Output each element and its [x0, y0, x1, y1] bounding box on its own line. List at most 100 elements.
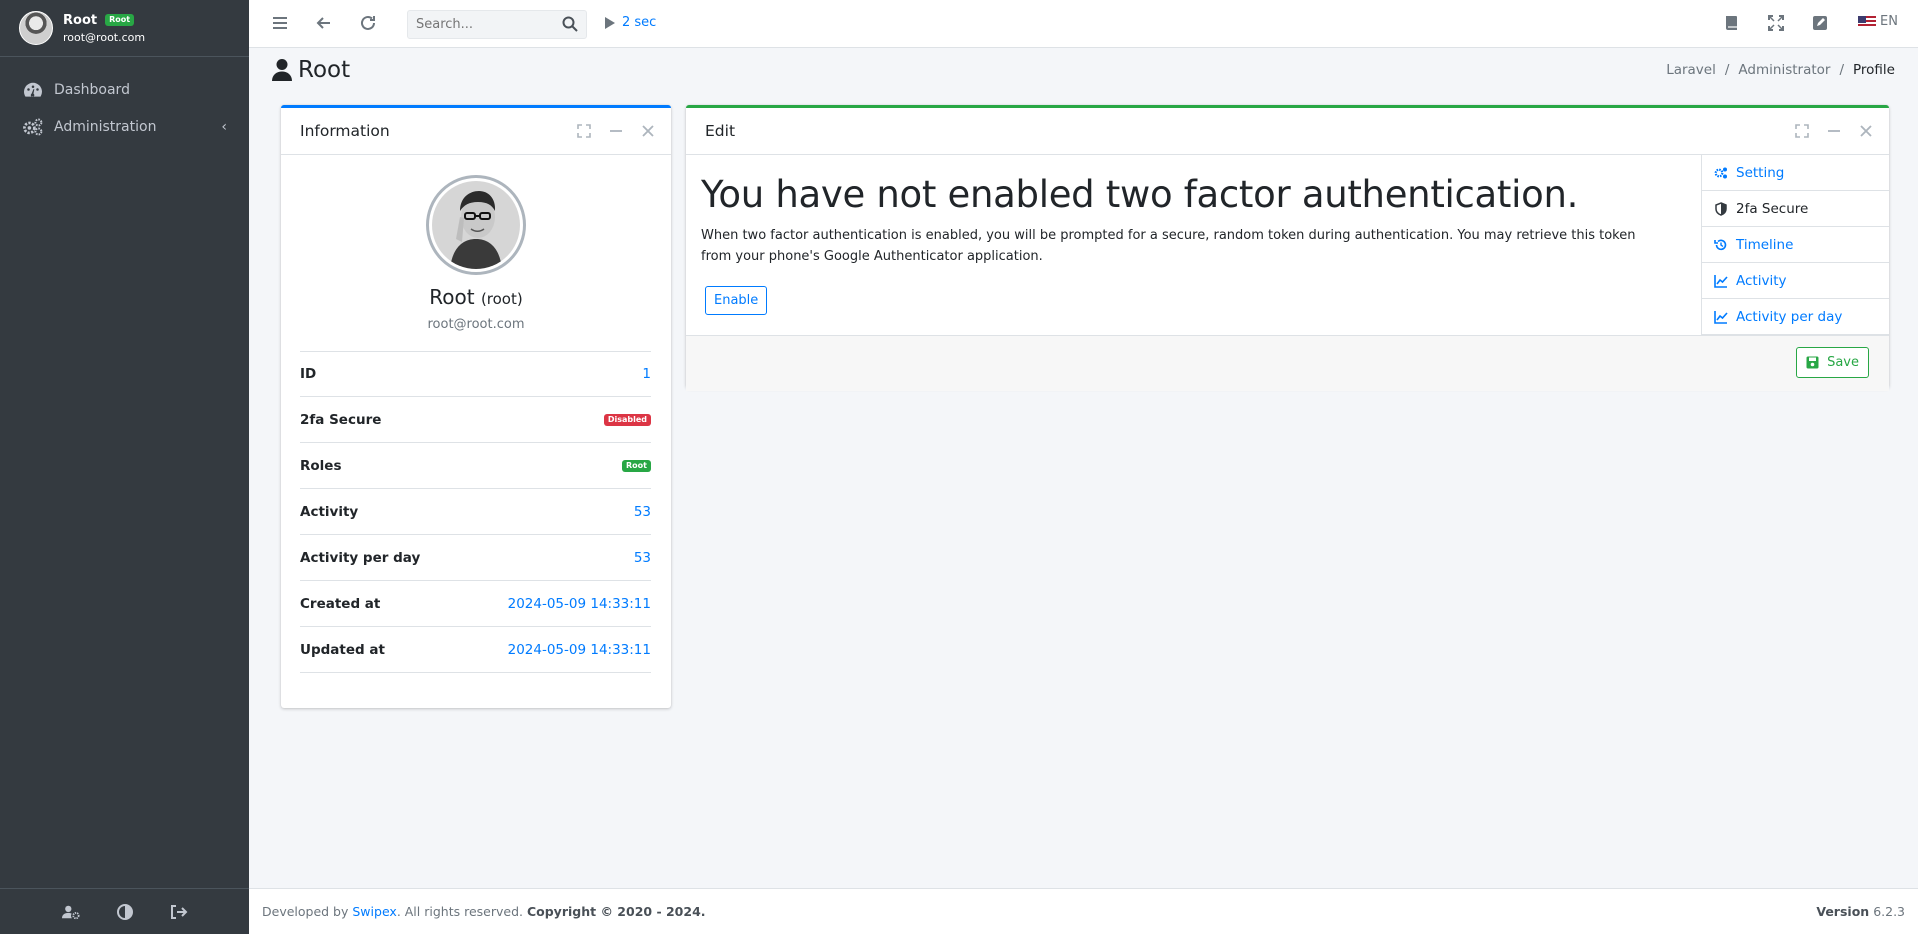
- row-label: Activity per day: [300, 549, 421, 566]
- tab-label: Activity per day: [1736, 308, 1843, 325]
- close-icon[interactable]: [1859, 124, 1873, 138]
- sidebar-item-label: Administration: [54, 118, 157, 135]
- role-badge: Root: [622, 459, 651, 472]
- user-email: root@root.com: [63, 30, 146, 44]
- list-item: Created at 2024-05-09 14:33:11: [300, 581, 651, 627]
- edit-card: Edit You have not enabled two factor aut…: [686, 105, 1889, 391]
- book-icon[interactable]: [1723, 14, 1741, 32]
- card-title: Edit: [705, 122, 736, 140]
- user-panel[interactable]: Root Root root@root.com: [0, 0, 249, 57]
- row-value[interactable]: 2024-05-09 14:33:11: [508, 596, 651, 612]
- row-value[interactable]: 1: [642, 366, 651, 382]
- dashboard-icon: [24, 82, 42, 97]
- profile-avatar: [426, 175, 526, 275]
- tab-setting[interactable]: Setting: [1701, 155, 1889, 191]
- row-label: Roles: [300, 457, 342, 474]
- minimize-icon[interactable]: [609, 124, 623, 138]
- breadcrumb-laravel[interactable]: Laravel: [1666, 62, 1716, 78]
- card-header: Information: [281, 108, 671, 155]
- row-label: 2fa Secure: [300, 411, 382, 428]
- tab-timeline[interactable]: Timeline: [1701, 227, 1889, 263]
- card-tools: [1795, 124, 1873, 138]
- gears-icon: [1714, 167, 1727, 178]
- us-flag-icon: [1858, 15, 1877, 28]
- sidebar-nav: Dashboard Administration ‹: [0, 57, 249, 145]
- chart-line-icon: [1714, 310, 1728, 324]
- role-badge: Root: [105, 14, 135, 26]
- breadcrumb-profile: Profile: [1853, 62, 1895, 78]
- close-icon[interactable]: [641, 124, 655, 138]
- edit-square-icon[interactable]: [1811, 14, 1829, 32]
- information-card: Information Root (root) root@root.com ID…: [281, 105, 671, 708]
- search-box: [407, 10, 587, 39]
- breadcrumb: Laravel / Administrator / Profile: [1666, 62, 1895, 78]
- breadcrumb-administrator[interactable]: Administrator: [1738, 62, 1830, 78]
- profile-name: Root (root): [429, 285, 523, 309]
- profile-details-list: ID 1 2fa Secure Disabled Roles Root Acti…: [300, 351, 651, 673]
- row-label: ID: [300, 366, 317, 382]
- chevron-left-icon: ‹: [221, 118, 227, 135]
- menu-icon[interactable]: [271, 14, 289, 32]
- list-item: 2fa Secure Disabled: [300, 397, 651, 443]
- timer-label: 2 sec: [622, 15, 657, 30]
- card-title: Information: [300, 122, 390, 140]
- maximize-icon[interactable]: [1795, 124, 1809, 138]
- footer-credits: Developed by Swipex. All rights reserved…: [262, 904, 706, 919]
- gears-icon: [23, 118, 43, 135]
- two-factor-description: When two factor authentication is enable…: [701, 228, 1636, 264]
- back-icon[interactable]: [315, 14, 333, 32]
- footer-copyright: Copyright © 2020 - 2024.: [526, 904, 706, 919]
- fullscreen-icon[interactable]: [1767, 14, 1785, 32]
- list-item: Activity per day 53: [300, 535, 651, 581]
- tab-2fa-secure[interactable]: 2fa Secure: [1701, 191, 1889, 227]
- list-item: Updated at 2024-05-09 14:33:11: [300, 627, 651, 673]
- play-icon: [605, 16, 615, 29]
- row-label: Created at: [300, 595, 381, 612]
- breadcrumb-separator: /: [1724, 62, 1730, 78]
- user-name: Root: [63, 12, 98, 28]
- two-factor-panel: You have not enabled two factor authenti…: [686, 155, 1701, 335]
- profile-tabs: Setting 2fa Secure Timeline Activity Act…: [1701, 155, 1889, 335]
- minimize-icon[interactable]: [1827, 124, 1841, 138]
- save-label: Save: [1827, 355, 1859, 370]
- language-selector[interactable]: EN: [1858, 14, 1898, 29]
- footer-brand-link[interactable]: Swipex: [352, 904, 396, 919]
- user-cog-icon[interactable]: [61, 904, 80, 920]
- sidebar-item-label: Dashboard: [54, 81, 130, 98]
- card-tools: [577, 124, 655, 138]
- history-icon: [1714, 239, 1727, 250]
- two-factor-heading: You have not enabled two factor authenti…: [701, 173, 1579, 216]
- search-icon[interactable]: [562, 16, 578, 32]
- profile-photo: [432, 181, 520, 269]
- search-input[interactable]: [408, 11, 548, 38]
- language-label: EN: [1880, 14, 1898, 29]
- page-footer: Developed by Swipex. All rights reserved…: [249, 888, 1918, 934]
- row-label: Updated at: [300, 641, 385, 658]
- sign-out-icon[interactable]: [170, 904, 188, 920]
- tab-activity-per-day[interactable]: Activity per day: [1701, 299, 1889, 335]
- save-button[interactable]: Save: [1796, 347, 1869, 378]
- save-icon: [1806, 356, 1819, 369]
- sidebar-item-dashboard[interactable]: Dashboard: [0, 71, 249, 108]
- list-item: ID 1: [300, 351, 651, 397]
- tab-label: Timeline: [1736, 236, 1794, 253]
- sidebar: Root Root root@root.com Dashboard Admini…: [0, 0, 249, 934]
- sidebar-item-administration[interactable]: Administration ‹: [0, 108, 249, 145]
- row-value[interactable]: 2024-05-09 14:33:11: [508, 642, 651, 658]
- breadcrumb-separator: /: [1839, 62, 1845, 78]
- profile-username: (root): [480, 290, 523, 308]
- enable-button[interactable]: Enable: [705, 286, 768, 315]
- row-value[interactable]: 53: [634, 504, 651, 520]
- maximize-icon[interactable]: [577, 124, 591, 138]
- row-value[interactable]: 53: [634, 550, 651, 566]
- user-icon: [272, 59, 292, 81]
- contrast-icon[interactable]: [116, 903, 134, 920]
- tab-activity[interactable]: Activity: [1701, 263, 1889, 299]
- list-item: Activity 53: [300, 489, 651, 535]
- request-timer[interactable]: 2 sec: [604, 15, 656, 30]
- shield-icon: [1715, 201, 1727, 216]
- reload-icon[interactable]: [359, 14, 377, 32]
- chart-line-icon: [1714, 274, 1728, 288]
- footer-version: Version 6.2.3: [1816, 904, 1905, 919]
- avatar: [19, 11, 53, 45]
